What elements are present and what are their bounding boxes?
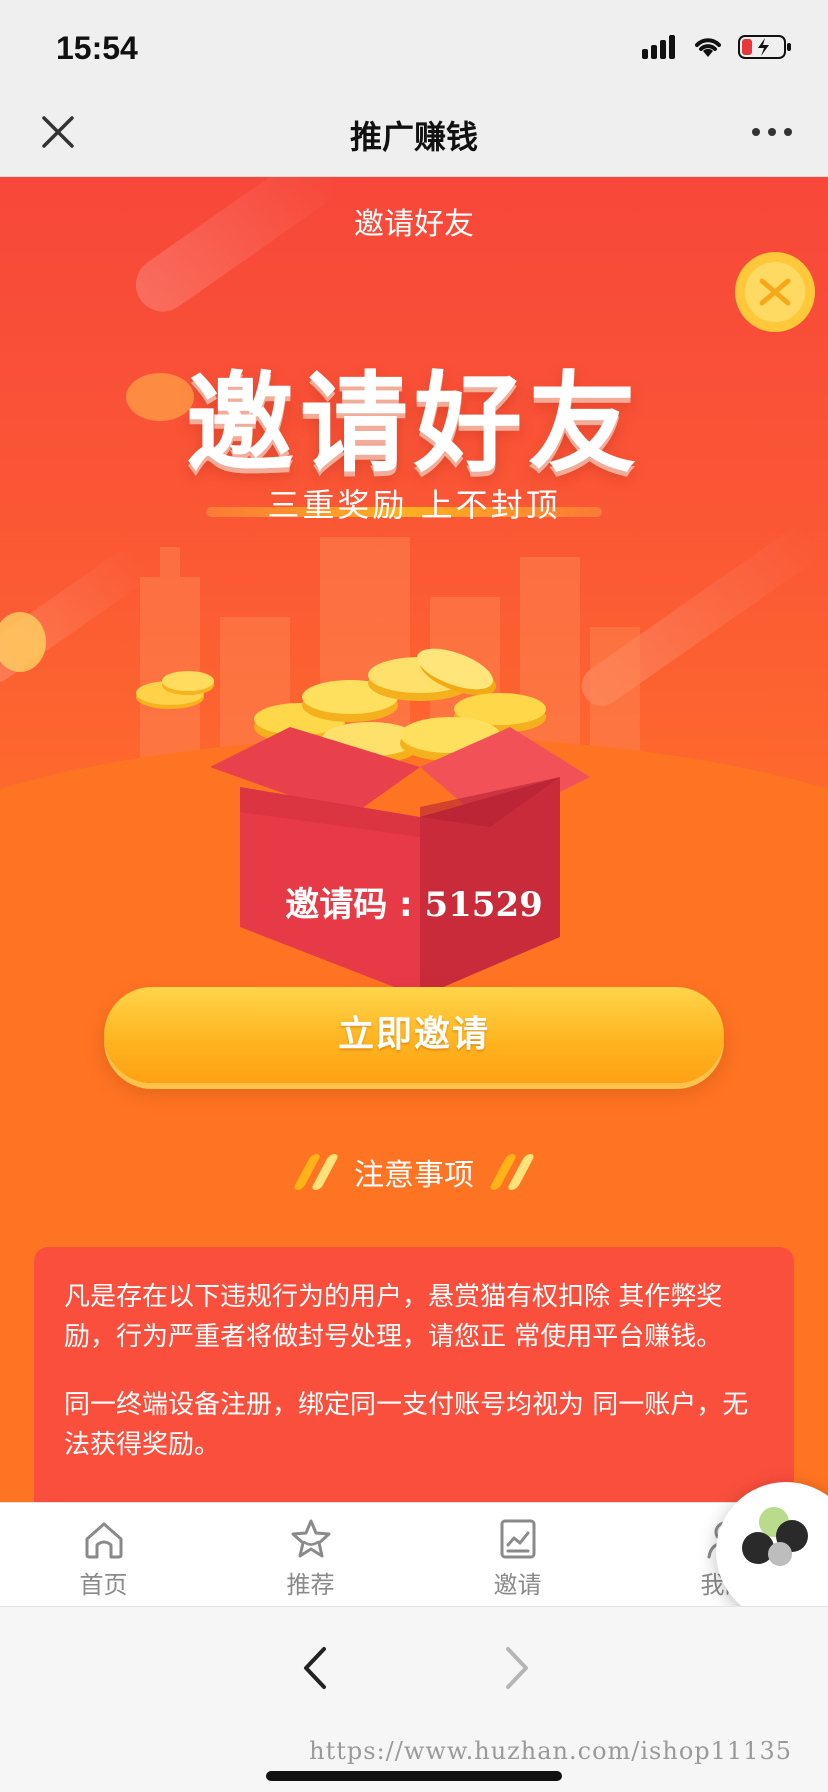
home-icon [85, 1522, 122, 1559]
screen: 15:54 推广赚钱 邀请好友 邀请好友 三重奖励 上不封顶 邀请码: 515… [0, 0, 828, 1792]
hero-tagline: 三重奖励 上不封顶 [267, 486, 561, 524]
tab-invite[interactable]: 邀请 [414, 1503, 621, 1607]
home-indicator[interactable] [266, 1771, 562, 1781]
nav-bar: 推广赚钱 [0, 92, 828, 177]
tab-label: 首页 [79, 1571, 128, 1599]
page-title: 推广赚钱 [349, 118, 478, 156]
status-bar: 15:54 [0, 0, 828, 92]
invite-code-label: 邀请码 : [285, 885, 425, 925]
battery-charging-icon [738, 35, 791, 59]
gift-box-illustration [210, 648, 590, 997]
notice-paragraph: 凡是存在以下违规行为的用户，悬赏猫有权扣除 其作弊奖励，行为严重者将做封号处理，… [64, 1282, 723, 1352]
tab-bar: 首页 推荐 邀请 我的 [0, 1502, 828, 1607]
invite-code: 邀请码 : 51529 [0, 877, 828, 926]
notice-paragraph: 同一终端设备注册，绑定同一支付账号均视为 同一账户，无法获得奖励。 [64, 1390, 749, 1460]
wifi-icon [695, 38, 721, 57]
coin-glow-icon [126, 373, 194, 421]
gold-coin-icon [735, 252, 815, 332]
tab-home[interactable]: 首页 [0, 1503, 207, 1607]
more-menu-icon[interactable] [752, 128, 792, 136]
notice-title: 注意事项 [354, 1158, 474, 1193]
slash-decoration-icon [292, 1154, 340, 1190]
forward-arrow-icon[interactable] [500, 1643, 536, 1693]
slash-decoration-icon [488, 1154, 536, 1190]
notice-header: 注意事项 [0, 1152, 828, 1193]
status-time: 15:54 [56, 30, 138, 66]
back-arrow-icon[interactable] [296, 1643, 332, 1693]
invite-chart-icon [500, 1519, 535, 1559]
status-icons [642, 34, 792, 60]
cellular-signal-icon [642, 35, 675, 59]
invite-code-value: 51529 [424, 885, 543, 925]
star-icon [291, 1519, 330, 1558]
tab-recommend[interactable]: 推荐 [207, 1503, 414, 1607]
notice-card: 凡是存在以下违规行为的用户，悬赏猫有权扣除 其作弊奖励，行为严重者将做封号处理，… [34, 1247, 794, 1502]
tab-label: 邀请 [493, 1571, 542, 1599]
floating-assistant-button[interactable] [716, 1482, 828, 1622]
promo-content: 邀请好友 邀请好友 三重奖励 上不封顶 邀请码: 51529 立即邀请 注意事… [0, 177, 828, 1502]
assistant-logo-icon [742, 1507, 808, 1566]
browser-toolbar: https://www.huzhan.com/ishop11135 [0, 1606, 828, 1792]
watermark-text: https://www.huzhan.com/ishop11135 [309, 1737, 792, 1765]
hero-subtitle: 邀请好友 [354, 207, 474, 242]
invite-now-button[interactable]: 立即邀请 [104, 987, 724, 1083]
coin-glow-icon [0, 612, 46, 672]
tab-label: 推荐 [286, 1571, 335, 1599]
